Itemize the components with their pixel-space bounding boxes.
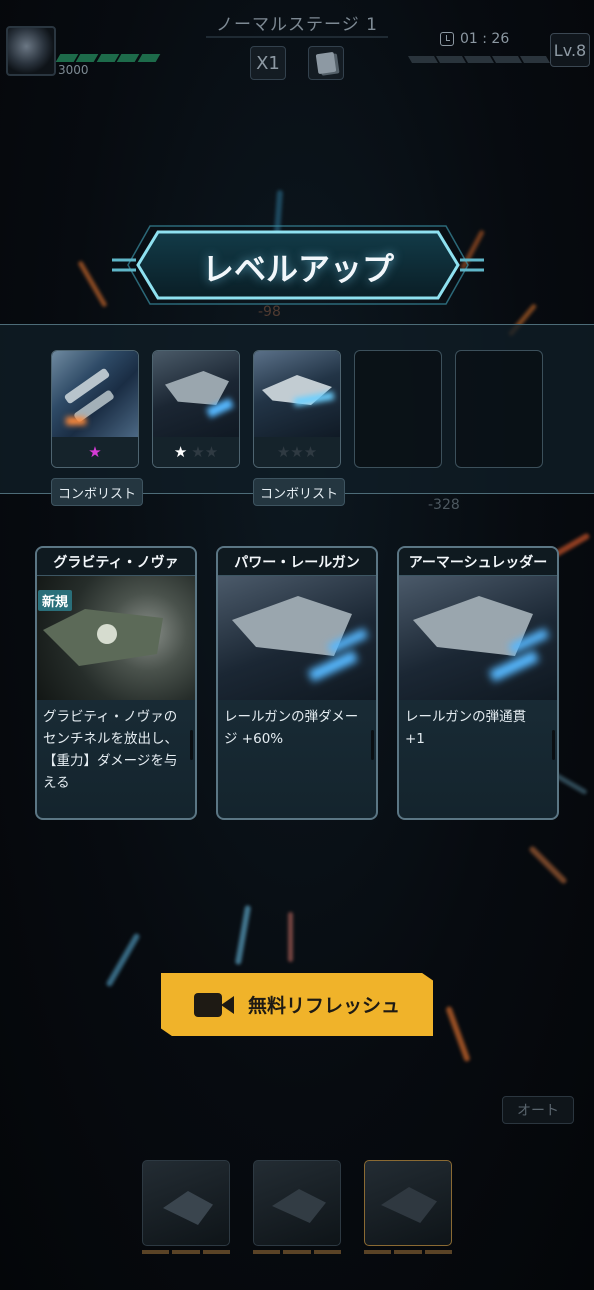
empty-weapon-slot bbox=[354, 350, 442, 468]
skill-cooldown-bar bbox=[364, 1250, 452, 1254]
damage-number: -328 bbox=[428, 497, 460, 513]
empty-weapon-slot bbox=[455, 350, 543, 468]
combo-list-tag[interactable]: コンボリスト bbox=[253, 478, 346, 506]
choice-card-power-railgun[interactable]: パワー・レールガン レールガンの弾ダメージ +60% bbox=[216, 546, 378, 820]
hp-bar bbox=[55, 54, 161, 62]
free-refresh-button[interactable]: 無料リフレッシュ bbox=[161, 973, 433, 1036]
damage-number: -98 bbox=[258, 304, 281, 320]
timer-value: 01 : 26 bbox=[460, 31, 510, 47]
choice-description: レールガンの弾ダメージ +60% bbox=[224, 709, 359, 747]
choice-title: パワー・レールガン bbox=[218, 548, 376, 576]
choice-title: アーマーシュレッダー bbox=[399, 548, 557, 576]
choice-description: グラビティ・ノヴァのセンチネルを放出し、【重力】ダメージを与える bbox=[43, 709, 178, 791]
weapon-slot-2[interactable]: ★ ★★ bbox=[152, 350, 240, 468]
weapon-stars: ★★★ bbox=[254, 437, 340, 467]
weapon-slot-1[interactable]: ★ bbox=[51, 350, 139, 468]
weapon-art bbox=[153, 351, 239, 439]
video-camera-icon bbox=[193, 991, 234, 1019]
card-deck-button[interactable] bbox=[308, 46, 344, 80]
choice-art bbox=[399, 576, 557, 700]
new-badge: 新規 bbox=[38, 590, 73, 611]
speed-button[interactable]: X1 bbox=[250, 46, 286, 80]
skill-cooldown-bar bbox=[253, 1250, 341, 1254]
star-icon: ★★ bbox=[191, 443, 219, 461]
weapon-art bbox=[254, 351, 340, 439]
star-icon: ★★★ bbox=[276, 443, 318, 461]
level-up-title: レベルアップ bbox=[201, 250, 394, 288]
description-scrollbar[interactable] bbox=[371, 730, 374, 760]
choice-card-armor-shredder[interactable]: アーマーシュレッダー レールガンの弾通貫 +1 bbox=[397, 546, 559, 820]
choice-description: レールガンの弾通貫 +1 bbox=[405, 709, 527, 747]
hp-value: 3000 bbox=[58, 63, 89, 77]
weapon-slot-3[interactable]: ★★★ bbox=[253, 350, 341, 468]
player-level: Lv.8 bbox=[550, 33, 590, 67]
laser-streak bbox=[528, 845, 568, 885]
level-up-banner: レベルアップ bbox=[112, 224, 484, 306]
choice-card-gravity-nova[interactable]: グラビティ・ノヴァ 新規 グラビティ・ノヴァのセンチネルを放出し、【重力】ダメー… bbox=[35, 546, 197, 820]
header-divider bbox=[206, 36, 388, 38]
stage-timer: 01 : 26 bbox=[440, 31, 509, 47]
laser-streak bbox=[288, 912, 293, 962]
choice-title: グラビティ・ノヴァ bbox=[37, 548, 195, 576]
xp-bar bbox=[407, 56, 551, 63]
clock-icon bbox=[440, 32, 454, 46]
game-screen: 3000 ノーマルステージ 1 X1 01 : 26 Lv.8 レベルアップ - bbox=[0, 0, 594, 1290]
skill-slot-1[interactable] bbox=[142, 1160, 230, 1246]
star-icon: ★ bbox=[88, 443, 102, 461]
laser-streak bbox=[234, 904, 252, 966]
weapon-stars: ★ bbox=[52, 437, 138, 467]
laser-streak bbox=[105, 932, 141, 988]
auto-button[interactable]: オート bbox=[502, 1096, 574, 1124]
laser-streak bbox=[445, 1005, 471, 1063]
laser-streak bbox=[77, 260, 108, 308]
skill-cooldown-bar bbox=[142, 1250, 230, 1254]
skill-slot-3[interactable] bbox=[364, 1160, 452, 1246]
free-refresh-label: 無料リフレッシュ bbox=[247, 995, 400, 1017]
card-deck-icon bbox=[315, 51, 337, 75]
choice-art bbox=[218, 576, 376, 700]
weapon-stars: ★★★ bbox=[153, 437, 239, 467]
skill-slot-2[interactable] bbox=[253, 1160, 341, 1246]
star-icon: ★ bbox=[173, 443, 188, 461]
weapon-art bbox=[52, 351, 138, 439]
description-scrollbar[interactable] bbox=[552, 730, 555, 760]
combo-list-tag[interactable]: コンボリスト bbox=[51, 478, 144, 506]
description-scrollbar[interactable] bbox=[190, 730, 193, 760]
